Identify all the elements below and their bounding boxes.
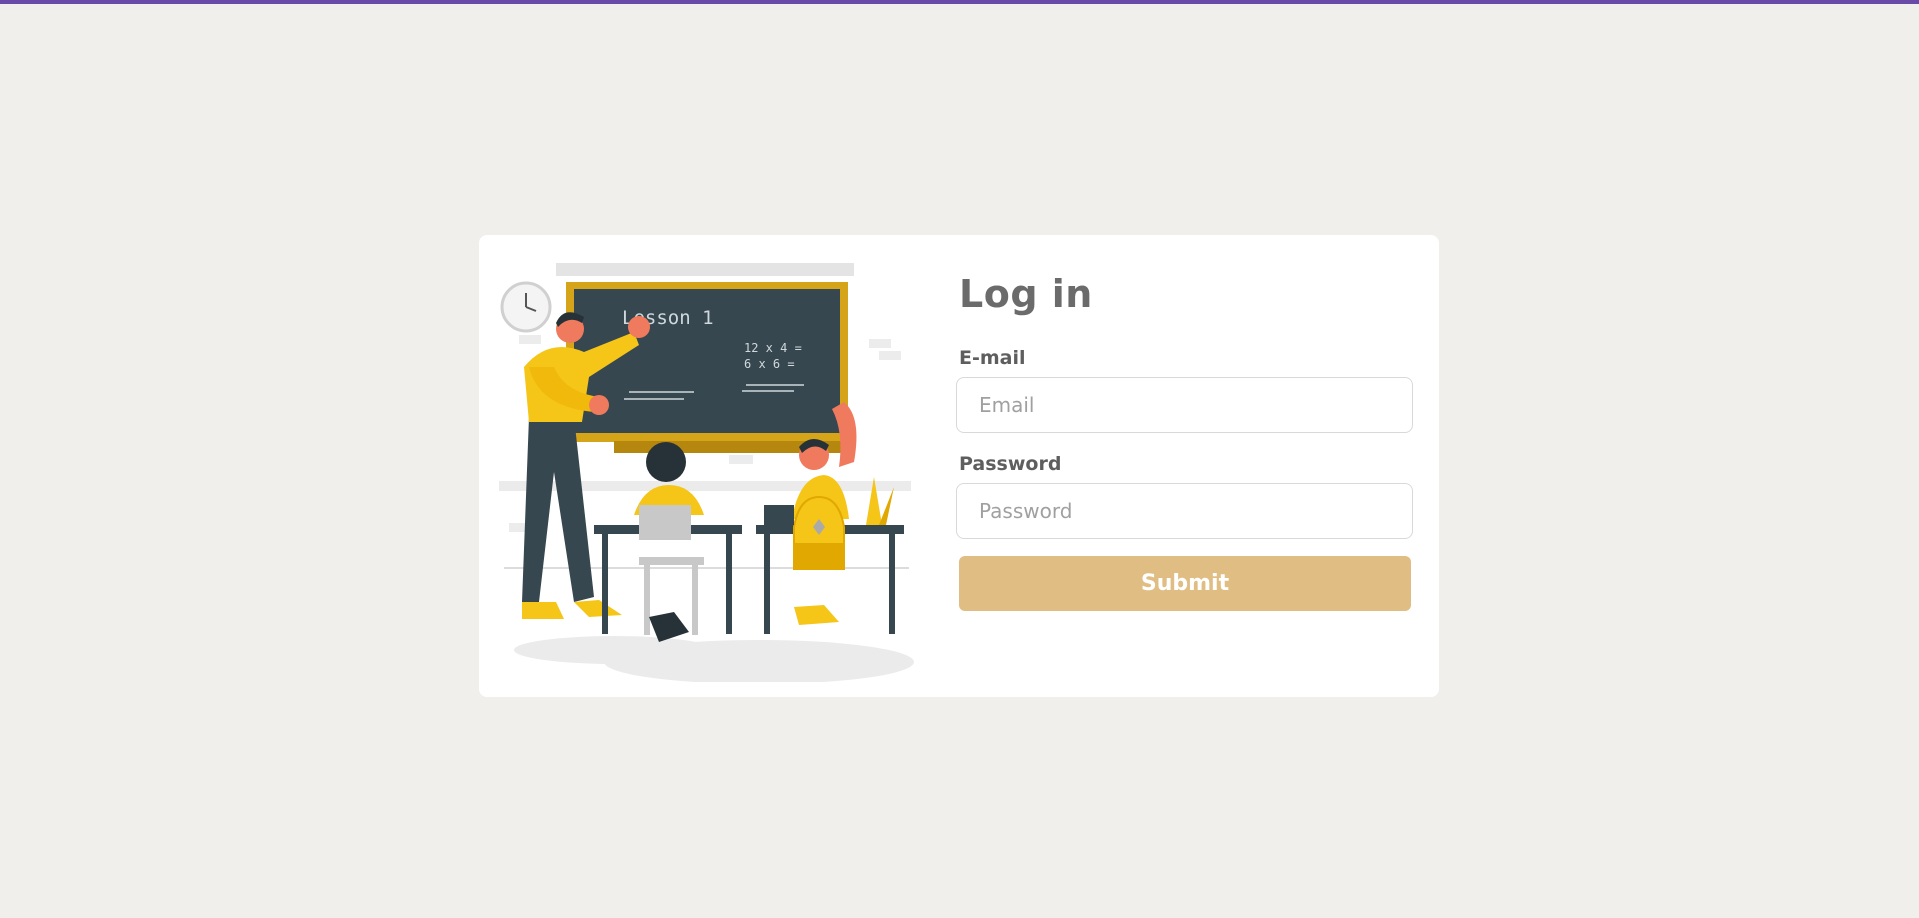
top-accent-bar [0, 0, 1919, 4]
teacher-shoe [574, 600, 622, 617]
desk-leg [726, 534, 732, 634]
student-girl [634, 442, 704, 642]
alphabet-strip [556, 263, 854, 276]
student-shoes [794, 605, 839, 625]
password-input[interactable] [956, 483, 1413, 539]
email-input[interactable] [956, 377, 1413, 433]
floor-line [504, 567, 909, 569]
chair-leg [644, 565, 650, 635]
wall-brick [519, 335, 541, 344]
books-stack [764, 505, 794, 525]
plant-leaf [879, 487, 894, 525]
login-card: Lesson 1 12 x 4 = 6 x 6 = Log in E-mail … [479, 235, 1439, 697]
login-form: Log in E-mail Password Submit [956, 275, 1413, 611]
student-desks [594, 525, 904, 634]
email-label: E-mail [959, 347, 1026, 369]
desk-leg [602, 534, 608, 634]
board-math-line-2: 6 x 6 = [744, 357, 795, 371]
wall-brick [729, 455, 753, 464]
classroom-illustration: Lesson 1 12 x 4 = 6 x 6 = [499, 263, 914, 682]
teacher-hand [589, 395, 609, 415]
desk-leg [764, 534, 770, 634]
floor-shadow-right [604, 640, 914, 682]
student-hair [646, 442, 686, 482]
desk-leg [889, 534, 895, 634]
wall-brick [879, 351, 901, 360]
teacher-shoe [522, 602, 564, 619]
page-title: Log in [959, 272, 1093, 316]
chair-seat [639, 557, 704, 565]
wall-brick [869, 339, 891, 348]
submit-button[interactable]: Submit [959, 556, 1411, 611]
board-math-line-1: 12 x 4 = [744, 341, 802, 355]
teacher-pants [522, 417, 594, 602]
chair-back [639, 505, 691, 540]
backpack-pocket [794, 543, 844, 569]
chair-leg [692, 565, 698, 635]
password-label: Password [959, 453, 1062, 475]
teacher-hand-raised [628, 316, 650, 338]
